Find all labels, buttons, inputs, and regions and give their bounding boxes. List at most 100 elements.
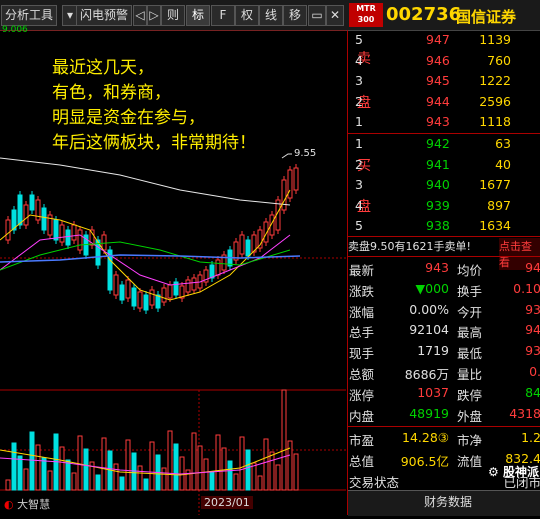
watermark: ⚙ 股神派 — [488, 463, 540, 485]
quote-value: 4318 — [509, 405, 540, 421]
fund-label: 交易状态 — [349, 474, 400, 490]
buy_side-row: 3 940 1677 — [348, 175, 540, 195]
order-price[interactable]: 944 — [426, 94, 450, 109]
quote-label: 跌停 — [457, 387, 483, 403]
order-volume: 1139 — [479, 32, 511, 47]
mtr-badge[interactable]: MTR 300 — [349, 3, 383, 27]
bottom-logo-label: ◐ 大智慧 — [4, 496, 50, 512]
order-level: 1 — [355, 114, 363, 129]
order-volume: 1118 — [479, 114, 511, 129]
fund-label: 市净 — [457, 433, 483, 448]
tab-financial-data[interactable]: 财务数据 — [424, 493, 472, 510]
sell_side-row: 5 947 1139 — [348, 30, 540, 50]
order-level: 4 — [355, 52, 363, 68]
order-price[interactable]: 940 — [426, 177, 450, 192]
watermark-icon: ⚙ — [488, 465, 499, 479]
overlay-line-4: 年后这俩板块，非常期待！ — [52, 133, 256, 153]
ma-line-white — [0, 157, 291, 206]
order-volume: 63 — [495, 136, 511, 151]
tab-flash-alert[interactable]: 闪电预警 — [76, 5, 132, 26]
order-volume: 1222 — [479, 73, 511, 88]
next-button[interactable]: ▷ — [147, 5, 161, 26]
quote-value: 93 — [525, 343, 540, 359]
quote-row: 总额 8686万 量比 0. — [348, 362, 540, 382]
volume-bars — [5, 389, 299, 491]
order-volume: 1677 — [479, 177, 511, 192]
order-level: 5 — [355, 218, 363, 233]
order-price[interactable]: 942 — [426, 136, 450, 151]
order-level: 2 — [355, 156, 363, 172]
fund-value: 906.5亿 — [400, 453, 449, 469]
quote-label: 最新 — [349, 263, 375, 278]
tab-biao[interactable]: 标 — [186, 5, 210, 26]
quote-value: 1719 — [417, 343, 449, 359]
order-price[interactable]: 941 — [426, 157, 450, 172]
quote-row: 最新 943 均价 94 — [348, 258, 540, 278]
quote-panel: 卖 盘 5 947 1139 4 946 760 3 945 1222 2 944 2596 1 943 1… — [347, 30, 540, 516]
tab-yi[interactable]: 移 — [283, 5, 307, 26]
order-level: 3 — [355, 73, 363, 88]
quote-label: 涨跌 — [349, 283, 375, 299]
minimize-icon[interactable]: ▭ — [308, 5, 326, 26]
order-price[interactable]: 945 — [426, 73, 450, 88]
quote-value: ▼000 — [415, 280, 449, 296]
high-marker — [281, 153, 292, 159]
buy_side-row: 2 941 40 — [348, 155, 540, 175]
alert-quote-divider — [348, 256, 540, 257]
fund-label: 总值 — [349, 453, 375, 469]
order-volume: 1634 — [479, 218, 511, 233]
stock-code: 002736 — [386, 4, 462, 25]
price-high-label: 9.55 — [294, 148, 317, 159]
tab-analysis-tools[interactable]: 分析工具 — [1, 5, 57, 26]
price-top-label: 9.006 — [2, 25, 28, 35]
date-label: 2023/01 — [201, 496, 253, 509]
quote-value: 8686万 — [404, 367, 449, 382]
order-price[interactable]: 938 — [426, 218, 450, 233]
fund-value: 1.2 — [521, 430, 540, 445]
fund-value: 14.28③ — [402, 430, 449, 445]
logo-icon: ◐ — [4, 498, 14, 511]
quote-value: 0.00% — [409, 301, 449, 317]
quote-label: 今开 — [457, 304, 483, 320]
bottom-tab-bar: 财务数据 ⚙ 股神派 — [348, 465, 540, 516]
quote-value: 1037 — [417, 384, 449, 400]
sell_side-row: 1 943 1118 — [348, 112, 540, 132]
quote-label: 外盘 — [457, 408, 483, 424]
sell_side-row: 4 946 760 — [348, 51, 540, 71]
quote-label: 涨停 — [349, 387, 375, 403]
stock-name: 国信证券 — [456, 8, 517, 26]
order-level: 5 — [355, 32, 363, 47]
quote-label: 均价 — [457, 263, 483, 278]
order-price[interactable]: 946 — [426, 53, 450, 68]
order-price[interactable]: 947 — [426, 32, 450, 47]
kline-chart[interactable]: 9.006 9.55 最近这几天， 有色，和券商， 明显是资金在参与， 年后这俩… — [0, 25, 346, 515]
order-level: 4 — [355, 197, 363, 213]
order-level: 3 — [355, 177, 363, 192]
order-price[interactable]: 939 — [426, 198, 450, 213]
overlay-line-1: 最近这几天， — [52, 58, 154, 78]
quote-label: 涨幅 — [349, 304, 375, 320]
order-volume: 40 — [495, 156, 511, 172]
order-volume: 897 — [487, 197, 511, 213]
order-price[interactable]: 943 — [426, 114, 450, 129]
quote-row: 现手 1719 最低 93 — [348, 341, 540, 361]
tab-f[interactable]: F — [211, 5, 235, 26]
order-level: 2 — [355, 93, 363, 109]
quote-row: 内盘 48919 外盘 4318 — [348, 404, 540, 424]
tab-ze[interactable]: 则 — [161, 5, 185, 26]
quote-value: 48919 — [409, 405, 449, 421]
quote-row: 涨停 1037 跌停 84 — [348, 383, 540, 403]
tab-quan[interactable]: 权 — [235, 5, 259, 26]
close-icon[interactable]: ✕ — [326, 5, 344, 26]
tab-xian[interactable]: 线 — [259, 5, 283, 26]
quote-row: 涨幅 0.00% 今开 93 — [348, 300, 540, 320]
quote-label: 内盘 — [349, 408, 375, 424]
quote-row: 涨跌 ▼000 换手 0.10 — [348, 279, 540, 299]
quote-value: 93 — [525, 301, 540, 317]
order-level: 1 — [355, 136, 363, 151]
prev-button[interactable]: ◁ — [133, 5, 147, 26]
quote-label: 现手 — [349, 346, 375, 362]
buy_side-row: 4 939 897 — [348, 196, 540, 216]
quote-value: 84 — [525, 384, 540, 400]
logo-text: 大智慧 — [17, 498, 51, 511]
